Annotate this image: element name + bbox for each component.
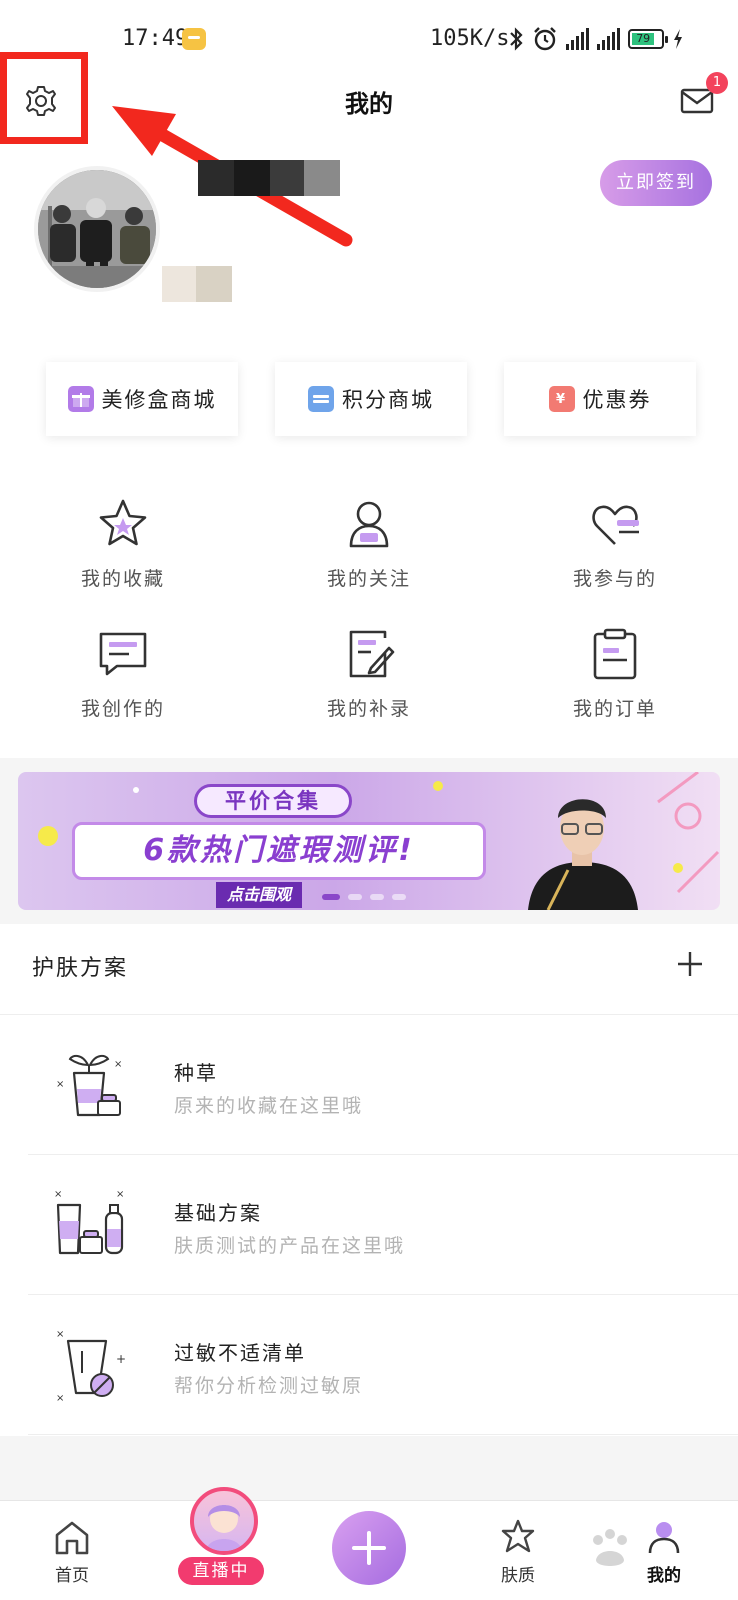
- svg-text:×: ×: [114, 1059, 122, 1070]
- live-anchor-illustration: [206, 1505, 242, 1551]
- bluetooth-icon: [510, 27, 523, 51]
- sign-in-button[interactable]: 立即签到: [600, 160, 712, 206]
- shop-card-label: 积分商城: [342, 388, 434, 412]
- banner-person-illustration: [528, 799, 638, 910]
- list-item-title: 基础方案: [174, 1201, 262, 1225]
- clipboard-icon: [593, 628, 637, 680]
- points-icon: [308, 386, 334, 412]
- live-badge[interactable]: 直播中: [178, 1557, 264, 1585]
- skin-star-icon: [501, 1519, 535, 1553]
- list-item-basic-plan[interactable]: × × 基础方案 肤质测试的产品在这里哦: [28, 1155, 738, 1295]
- list-item-wishlist[interactable]: × × 种草 原来的收藏在这里哦: [28, 1015, 738, 1155]
- tab-label: 肤质: [501, 1566, 535, 1586]
- avatar-photo: [38, 170, 156, 288]
- alarm-icon: [534, 27, 556, 51]
- heart-chat-icon: [592, 505, 639, 545]
- edit-note-icon: [349, 630, 395, 678]
- banner-cta[interactable]: 点击围观: [216, 882, 302, 908]
- message-notification-icon: [182, 28, 206, 50]
- list-item-title: 种草: [174, 1061, 218, 1085]
- shop-row: 美修盒商城 积分商城 ¥ 优惠券: [46, 362, 696, 436]
- person-icon: [349, 501, 389, 548]
- list-item-subtitle: 肤质测试的产品在这里哦: [174, 1235, 406, 1257]
- svg-text:×: ×: [116, 1189, 124, 1200]
- shop-card-mall[interactable]: 美修盒商城: [46, 362, 238, 436]
- svg-text:×: ×: [56, 1329, 64, 1340]
- grid-item-favorites[interactable]: 我的收藏: [0, 496, 246, 626]
- user-info-blurred: [162, 266, 232, 302]
- promo-banner[interactable]: 平价合集 6款热门遮瑕测评! 点击围观: [18, 772, 720, 910]
- gift-icon: [67, 386, 94, 412]
- banner-tag: 平价合集: [194, 784, 352, 818]
- star-icon: [99, 499, 147, 546]
- tab-skin[interactable]: 肤质: [478, 1519, 558, 1586]
- grid-item-participated[interactable]: 我参与的: [492, 496, 738, 626]
- grid-item-label: 我的关注: [326, 568, 411, 590]
- battery-icon: 79: [628, 29, 668, 49]
- plant-bottle-icon: × ×: [56, 1054, 122, 1117]
- grid-item-label: 我的订单: [572, 698, 657, 720]
- banner-pagination: [322, 894, 406, 900]
- signal-4g-icon: [597, 28, 620, 50]
- signal-5g-icon: [566, 28, 589, 50]
- svg-text:×: ×: [54, 1189, 62, 1200]
- status-icons: 79: [508, 24, 684, 54]
- create-post-button[interactable]: [332, 1511, 406, 1585]
- baidu-watermark: [593, 1529, 627, 1566]
- shop-card-label: 优惠券: [582, 388, 652, 412]
- charging-icon: [674, 29, 682, 49]
- network-speed: 105K/s: [430, 26, 510, 51]
- status-bar: 17:49 105K/s 79: [0, 0, 738, 78]
- avatar[interactable]: [34, 166, 160, 292]
- svg-text:+: +: [116, 1352, 126, 1366]
- svg-text:×: ×: [56, 1393, 64, 1404]
- shop-card-points[interactable]: 积分商城: [275, 362, 467, 436]
- grid-item-supplement[interactable]: 我的补录: [246, 626, 492, 756]
- grid-item-label: 我的收藏: [80, 568, 165, 590]
- page-title: 我的: [345, 90, 393, 118]
- section-title: 护肤方案: [32, 956, 129, 981]
- bottom-spacer: [0, 1436, 738, 1500]
- feature-grid: 我的收藏 我的关注 我参与的 我创作的 我的补录 我的订单: [0, 496, 738, 756]
- svg-text:×: ×: [56, 1079, 64, 1090]
- grid-item-orders[interactable]: 我的订单: [492, 626, 738, 756]
- status-time: 17:49: [122, 26, 189, 51]
- chat-bubble-icon: [99, 632, 147, 676]
- username-blurred: [198, 160, 340, 196]
- list-item-title: 过敏不适清单: [174, 1341, 306, 1365]
- battery-level: 79: [632, 33, 655, 45]
- live-stream-avatar[interactable]: [190, 1487, 258, 1555]
- grid-item-label: 我创作的: [80, 698, 165, 720]
- shop-card-coupon[interactable]: ¥ 优惠券: [504, 362, 696, 436]
- banner-headline: 6款热门遮瑕测评!: [72, 822, 486, 880]
- home-icon: [55, 1521, 89, 1555]
- allergy-tube-icon: × × +: [56, 1329, 126, 1404]
- grid-item-following[interactable]: 我的关注: [246, 496, 492, 626]
- mail-unread-badge: 1: [706, 72, 728, 94]
- add-plan-button[interactable]: [676, 950, 704, 978]
- tab-home[interactable]: 首页: [32, 1519, 112, 1586]
- grid-item-created[interactable]: 我创作的: [0, 626, 246, 756]
- bottles-icon: × ×: [54, 1189, 124, 1255]
- coupon-icon: ¥: [548, 386, 575, 412]
- list-item-allergy[interactable]: × × + 过敏不适清单 帮你分析检测过敏原: [28, 1295, 738, 1435]
- grid-item-label: 我参与的: [572, 568, 657, 590]
- grid-item-label: 我的补录: [326, 698, 411, 720]
- tab-label: 首页: [55, 1566, 89, 1586]
- list-item-subtitle: 原来的收藏在这里哦: [174, 1095, 364, 1117]
- shop-card-label: 美修盒商城: [101, 388, 217, 412]
- list-item-subtitle: 帮你分析检测过敏原: [174, 1375, 364, 1397]
